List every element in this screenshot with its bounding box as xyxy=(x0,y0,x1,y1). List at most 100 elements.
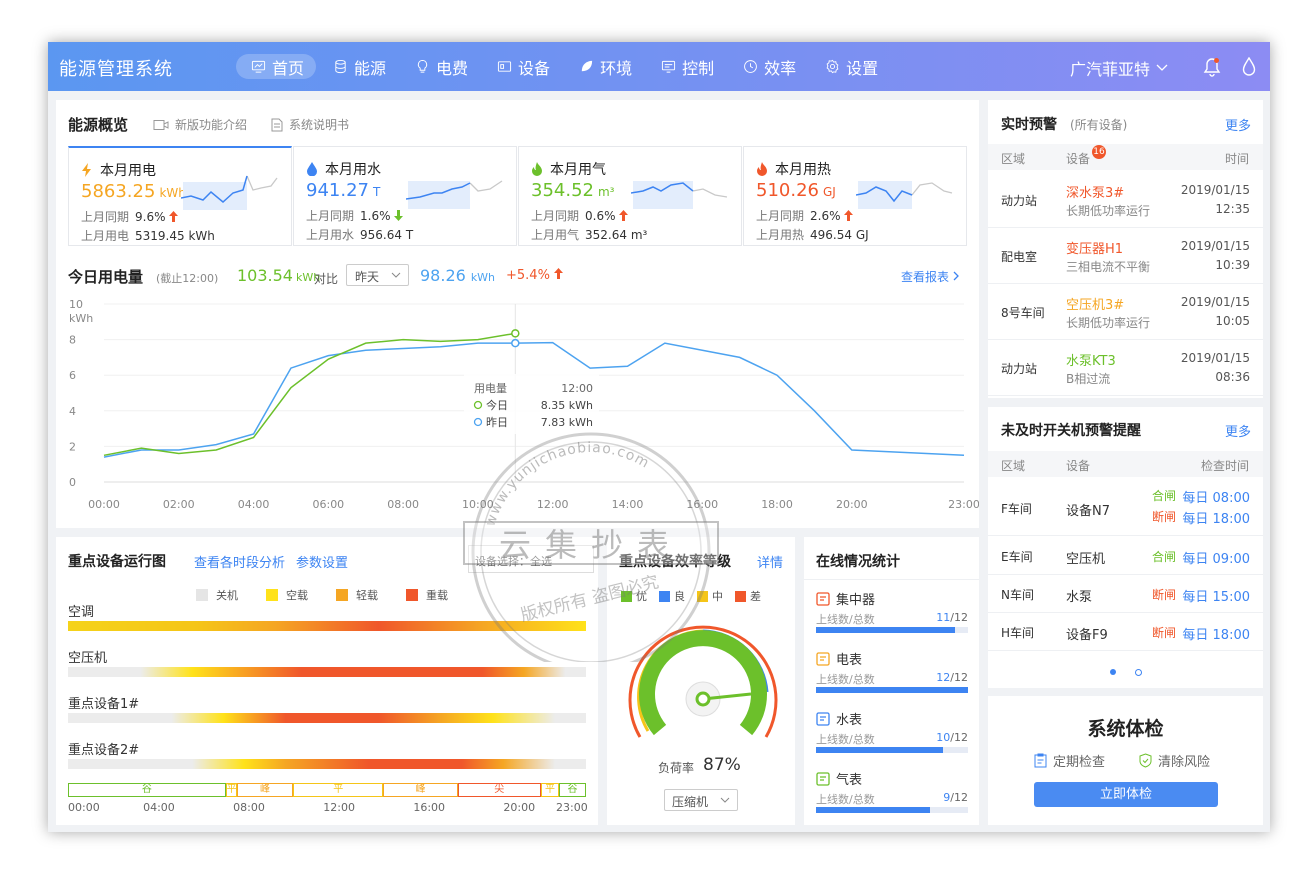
alert-device: 水泵KT3 xyxy=(1066,354,1116,369)
manual-link[interactable]: 系统说明书 xyxy=(271,116,349,133)
alert-date: 2019/01/15 xyxy=(1180,351,1250,365)
tooltip-value: 8.35 kWh xyxy=(541,399,593,412)
time-label: 23:00 xyxy=(556,801,588,814)
runmap-settings-link[interactable]: 参数设置 xyxy=(296,552,348,571)
device-run-bar[interactable] xyxy=(68,713,586,723)
legend-item: 重载 xyxy=(406,587,448,603)
switch-row[interactable]: H车间 设备F9 断闸 每日 18:00 xyxy=(988,613,1263,651)
online-divider xyxy=(804,579,979,580)
nav-home[interactable]: 首页 xyxy=(236,54,317,79)
online-count: 11 xyxy=(936,611,951,624)
nav-fee[interactable]: 电费 xyxy=(400,54,480,79)
leaf-icon xyxy=(581,60,593,72)
x-tick-label: 18:00 xyxy=(761,498,793,511)
legend-label: 轻载 xyxy=(356,589,378,602)
alerts-more-link[interactable]: 更多 xyxy=(1225,115,1251,134)
device-run-bar[interactable] xyxy=(68,759,586,769)
nav-energy-label: 能源 xyxy=(354,58,387,78)
series-point[interactable] xyxy=(511,338,520,348)
chevron-down-icon xyxy=(720,797,730,803)
tooltip-time: 12:00 xyxy=(561,382,593,395)
checkup-periodic: 定期检查 xyxy=(1034,751,1105,770)
runmap-card: 重点设备运行图 查看各时段分析 参数设置 设备选择：全选 关机 空载 轻载 重载 空调… xyxy=(56,537,598,825)
nav-energy[interactable]: 能源 xyxy=(318,54,398,79)
pager-dot-active[interactable] xyxy=(1110,669,1116,675)
new-features-link[interactable]: 新版功能介绍 xyxy=(153,116,247,133)
stat-title: 本月用电 xyxy=(81,160,156,180)
stat-prev-value: 956.64 T xyxy=(360,228,414,242)
chevron-down-icon xyxy=(391,272,401,278)
runmap-analysis-link[interactable]: 查看各时段分析 xyxy=(194,552,285,571)
stat-card[interactable]: 本月用电 5863.25 kWh 上月同期 9.6% 上月用电 5319.45 kWh xyxy=(68,146,292,246)
online-item[interactable]: 气表 上线数/总数 9/12 xyxy=(816,769,968,823)
switch-row[interactable]: N车间 水泵 断闸 每日 15:00 xyxy=(988,575,1263,613)
stat-sparkline xyxy=(631,181,728,209)
switch-warning-title: 未及时开关机预警提醒 xyxy=(1001,423,1141,439)
video-icon xyxy=(153,119,169,130)
series-point[interactable] xyxy=(511,329,520,338)
nav-control[interactable]: 控制 xyxy=(646,54,726,79)
tariff-segment: 谷 xyxy=(558,783,586,797)
online-item[interactable]: 水表 上线数/总数 10/12 xyxy=(816,709,968,763)
nav-environment[interactable]: 环境 xyxy=(564,54,644,79)
gas-meter-icon xyxy=(816,771,830,786)
equipment-select[interactable]: 压缩机 xyxy=(664,789,738,811)
online-item[interactable]: 集中器 上线数/总数 11/12 xyxy=(816,589,968,643)
switch-device: 水泵 xyxy=(1066,590,1093,605)
switch-row[interactable]: E车间 空压机 合闸 每日 09:00 xyxy=(988,536,1263,575)
nav-efficiency-label: 效率 xyxy=(764,58,797,78)
notification-button[interactable] xyxy=(1203,57,1221,80)
stat-card[interactable]: 本月用水 941.27 T 上月同期 1.6% 上月用水 956.64 T xyxy=(293,146,517,246)
shield-icon xyxy=(1139,753,1152,768)
online-count: 12 xyxy=(936,671,951,684)
stat-unit: T xyxy=(372,185,381,199)
time-label: 20:00 xyxy=(503,801,536,814)
alert-time: 10:05 xyxy=(1215,314,1250,328)
alert-row[interactable]: 配电室 变压器H1 三相电流不平衡 2019/01/15 10:39 xyxy=(988,228,1263,284)
water-drop-icon xyxy=(1242,56,1256,76)
device-run-bar[interactable] xyxy=(68,621,586,631)
nav-device[interactable]: 设备 xyxy=(482,54,562,79)
time-label: 12:00 xyxy=(323,801,355,814)
today-asof: (截止12:00) xyxy=(156,272,219,285)
alert-row[interactable]: 动力站 水泵KT3 B相过流 2019/01/15 08:36 xyxy=(988,340,1263,396)
efficiency-detail-link[interactable]: 详情 xyxy=(757,552,783,571)
device-select[interactable]: 设备选择：全选 xyxy=(468,545,594,573)
stat-card[interactable]: 本月用气 354.52 m³ 上月同期 0.6% 上月用气 352.64 m³ xyxy=(518,146,742,246)
tariff-segment: 平 xyxy=(540,783,559,797)
switch-warning-more-link[interactable]: 更多 xyxy=(1225,421,1251,440)
compare-label: 对比 xyxy=(314,272,339,286)
stat-title-text: 本月用热 xyxy=(775,162,831,178)
user-menu[interactable]: 广汽菲亚特 xyxy=(1070,56,1168,80)
stat-card[interactable]: 本月用热 510.26 GJ 上月同期 2.6% 上月用热 496.54 GJ xyxy=(743,146,967,246)
switch-action: 断闸 xyxy=(1152,588,1177,602)
x-tick-label: 06:00 xyxy=(312,498,344,511)
start-checkup-button[interactable]: 立即体检 xyxy=(1034,782,1218,807)
app-window: 能源管理系统 首页 能源 电费 设备 环境 控制 效率 设置 广汽菲亚特 能源概… xyxy=(48,42,1270,832)
online-item[interactable]: 电表 上线数/总数 12/12 xyxy=(816,649,968,703)
alert-row[interactable]: 动力站 深水泵3# 长期低功率运行 2019/01/15 12:35 xyxy=(988,172,1263,228)
daily-usage-chart[interactable]: 0 2 4 6 8 10kWh 00:00 02:00 04:00 06:00 08:00 10:00… xyxy=(56,290,979,528)
series-line-今日 xyxy=(103,332,516,457)
switch-area: F车间 xyxy=(1001,501,1032,516)
pager-dot[interactable] xyxy=(1135,669,1142,676)
nav-settings[interactable]: 设置 xyxy=(810,54,890,79)
alert-desc: 长期低功率运行 xyxy=(1066,204,1151,218)
switch-table-header: 区域 设备 检查时间 xyxy=(988,451,1263,477)
online-ratio: 10/12 xyxy=(936,731,968,744)
compare-select[interactable]: 昨天 xyxy=(346,264,409,286)
legend-swatch xyxy=(266,589,278,601)
alert-row[interactable]: 8号车间 空压机3# 长期低功率运行 2019/01/15 10:05 xyxy=(988,284,1263,340)
flame-icon xyxy=(532,162,542,176)
alert-date: 2019/01/15 xyxy=(1180,183,1250,197)
stat-title: 本月用水 xyxy=(306,159,381,179)
alert-time: 10:39 xyxy=(1215,258,1250,272)
legend-swatch xyxy=(621,590,632,602)
theme-button[interactable] xyxy=(1242,56,1256,80)
nav-efficiency[interactable]: 效率 xyxy=(728,54,808,79)
device-run-bar[interactable] xyxy=(68,667,586,677)
view-report-link[interactable]: 查看报表 xyxy=(901,268,960,285)
stat-yoy: 上月同期 9.6% xyxy=(81,208,178,225)
switch-row[interactable]: F车间 设备N7 合闸 每日 08:00 断闸 每日 18:00 xyxy=(988,479,1263,536)
nav-home-label: 首页 xyxy=(272,58,305,78)
